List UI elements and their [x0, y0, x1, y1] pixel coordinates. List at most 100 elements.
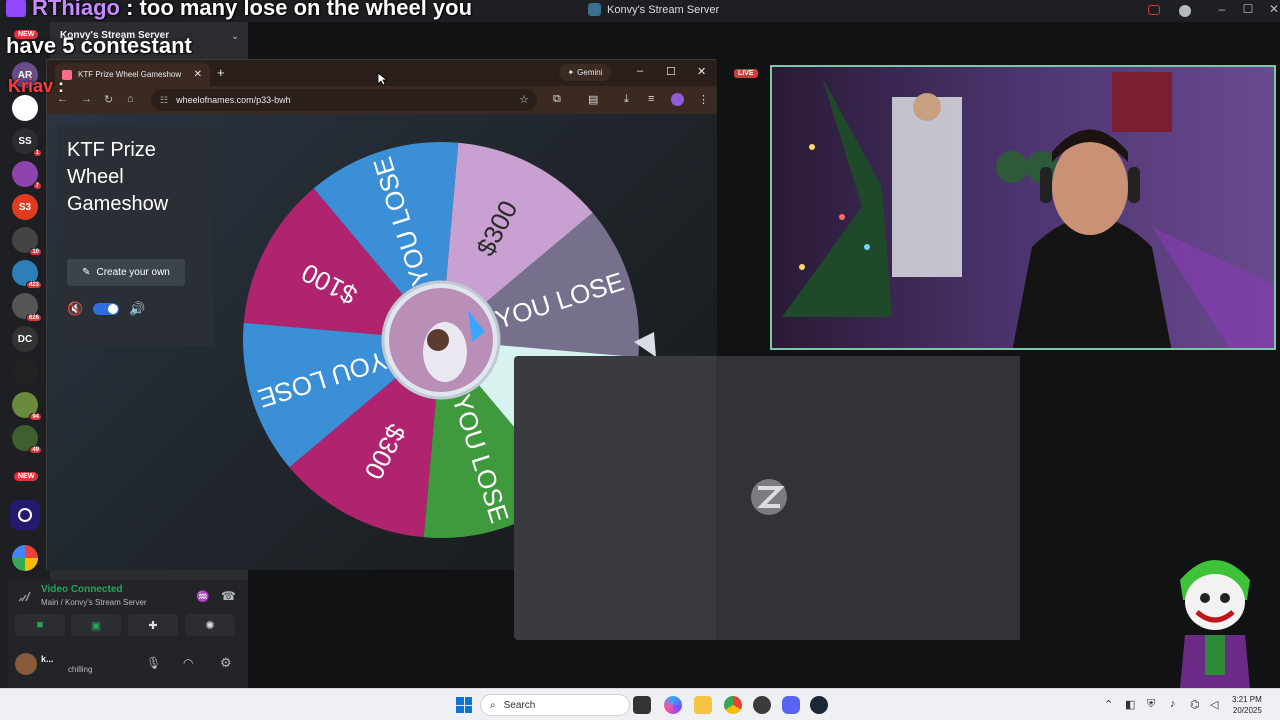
- gemini-label: Gemini: [577, 68, 603, 77]
- voice-status[interactable]: Video Connected: [41, 584, 123, 595]
- guild-icon[interactable]: [12, 95, 38, 121]
- create-your-own-button[interactable]: ✎ Create your own: [67, 259, 185, 286]
- browser-toolbar: ← → ↻ ⌂ ☷ wheelofnames.com/p33-bwh ☆ ⧉ ▤…: [47, 86, 717, 114]
- tray-mic-icon[interactable]: ♪: [1170, 698, 1176, 710]
- webcam-feed: [770, 65, 1276, 350]
- guild-icon[interactable]: SS 1: [12, 128, 42, 157]
- gemini-button[interactable]: ✦ Gemini: [559, 64, 611, 81]
- pencil-icon: ✎: [82, 267, 91, 278]
- mic-icon[interactable]: 🎙: [146, 656, 161, 670]
- soundboard-icon: ✺: [205, 619, 215, 632]
- site-info-icon[interactable]: ☷: [160, 95, 168, 106]
- taskbar-clock[interactable]: 3:21 PM 20/2025: [1232, 694, 1262, 716]
- address-bar[interactable]: ☷ wheelofnames.com/p33-bwh: [151, 89, 537, 111]
- media-icon[interactable]: ≡: [648, 93, 654, 105]
- copilot-icon[interactable]: [664, 696, 682, 714]
- guild-google[interactable]: [12, 545, 38, 571]
- guild-icon[interactable]: 626: [12, 293, 42, 322]
- guild-active-icon: [18, 508, 32, 522]
- guild-badge: 626: [25, 314, 42, 322]
- obs-icon[interactable]: [753, 696, 771, 714]
- forward-icon[interactable]: →: [81, 93, 92, 105]
- guild-icon[interactable]: 94: [12, 392, 42, 421]
- browser-close-icon[interactable]: ✕: [697, 65, 706, 78]
- center-figure: [423, 322, 467, 382]
- chrome-icon[interactable]: [724, 696, 742, 714]
- tray-network-icon[interactable]: ⌬: [1190, 698, 1200, 711]
- home-icon[interactable]: ⌂: [127, 93, 134, 105]
- webcam-scene: [772, 67, 1274, 348]
- url-text: wheelofnames.com/p33-bwh: [176, 95, 291, 105]
- tray-volume-icon[interactable]: ◁: [1210, 698, 1218, 711]
- new-tab-icon[interactable]: +: [217, 65, 225, 80]
- browser-minimize-icon[interactable]: –: [637, 65, 643, 77]
- side-panel-icon[interactable]: ▤: [588, 93, 598, 106]
- taskbar-time: 3:21 PM: [1232, 695, 1262, 704]
- mute-icon[interactable]: 🔇: [67, 301, 83, 317]
- start-icon[interactable]: [456, 697, 472, 713]
- tray-security-icon[interactable]: ⛨: [1147, 698, 1155, 711]
- file-explorer-icon[interactable]: [694, 696, 712, 714]
- discord-window-title-text: Konvy's Stream Server: [607, 3, 720, 16]
- user-name[interactable]: k...: [41, 654, 54, 664]
- guild-label: DC: [17, 333, 33, 345]
- tray-chevron-icon[interactable]: ⌃: [1104, 698, 1113, 711]
- taskbar-search[interactable]: ⌕ Search: [480, 694, 630, 716]
- settings-gear-icon[interactable]: ⚙: [220, 655, 232, 671]
- reload-icon[interactable]: ↻: [104, 93, 113, 106]
- noise-suppression-icon[interactable]: ♒: [196, 590, 210, 603]
- guild-icon[interactable]: [12, 359, 38, 385]
- server-icon: [588, 3, 601, 16]
- camera-button[interactable]: ■: [15, 614, 65, 636]
- guild-label: SS: [18, 135, 32, 147]
- browser-tab[interactable]: KTF Prize Wheel Gameshow ✕: [55, 63, 210, 86]
- menu-icon[interactable]: ⋮: [698, 93, 709, 106]
- voice-channel[interactable]: Main / Konvy's Stream Server: [41, 598, 147, 607]
- guild-badge: 94: [29, 413, 42, 421]
- task-view-icon[interactable]: [633, 696, 651, 714]
- guild-icon[interactable]: 7: [12, 161, 42, 190]
- help-icon[interactable]: [1179, 5, 1191, 17]
- download-icon[interactable]: ⤓: [624, 93, 629, 106]
- guild-active[interactable]: [10, 500, 40, 530]
- chevron-down-icon[interactable]: ⌄: [231, 31, 239, 42]
- guild-badge: 10: [29, 248, 42, 256]
- steam-icon[interactable]: [810, 696, 828, 714]
- search-icon: ⌕: [490, 699, 496, 711]
- guild-icon[interactable]: S3: [12, 194, 38, 220]
- extensions-icon[interactable]: ⧉: [553, 93, 561, 106]
- chat-next-separator: :: [58, 76, 65, 96]
- profile-avatar[interactable]: [671, 93, 684, 106]
- screen: Konvy's Stream Server – ☐ ✕ AR SS 1 7 S3 10 42…: [0, 0, 1280, 720]
- sound-controls: 🔇 🔊: [67, 301, 145, 317]
- tray-app-icon[interactable]: ◧: [1125, 698, 1135, 711]
- guild-icon[interactable]: 423: [12, 260, 42, 289]
- wheel-info-card: KTF Prize Wheel Gameshow ✎ Create your o…: [57, 126, 213, 346]
- volume-icon[interactable]: 🔊: [129, 301, 145, 317]
- discord-icon[interactable]: [782, 696, 800, 714]
- browser-maximize-icon[interactable]: ☐: [666, 65, 676, 78]
- user-status[interactable]: chilling: [68, 665, 92, 674]
- close-icon[interactable]: ✕: [1261, 2, 1280, 16]
- guild-icon[interactable]: 10: [12, 227, 42, 256]
- minimize-icon[interactable]: –: [1209, 2, 1235, 16]
- signal-icon[interactable]: [18, 590, 32, 602]
- disconnect-icon[interactable]: ☎: [221, 589, 236, 603]
- sub-badge-icon: [6, 0, 26, 17]
- guild-icon[interactable]: 49: [12, 425, 42, 454]
- screen-share-button[interactable]: ▣: [71, 614, 121, 636]
- user-avatar[interactable]: [15, 653, 37, 675]
- activities-button[interactable]: ✚: [128, 614, 178, 636]
- headset-icon[interactable]: ◠: [183, 656, 193, 670]
- guild-badge: 1: [32, 149, 42, 157]
- center-face: [427, 329, 449, 351]
- mouse-cursor: [377, 72, 387, 86]
- sound-toggle[interactable]: [93, 303, 120, 315]
- tab-close-icon[interactable]: ✕: [194, 69, 202, 80]
- maximize-icon[interactable]: ☐: [1235, 2, 1261, 16]
- guild-icon[interactable]: DC: [12, 326, 38, 352]
- inbox-icon[interactable]: [1148, 5, 1160, 15]
- soundboard-button[interactable]: ✺: [185, 614, 235, 636]
- taskbar-search-text: Search: [503, 699, 536, 711]
- bookmark-star-icon[interactable]: ☆: [519, 93, 529, 106]
